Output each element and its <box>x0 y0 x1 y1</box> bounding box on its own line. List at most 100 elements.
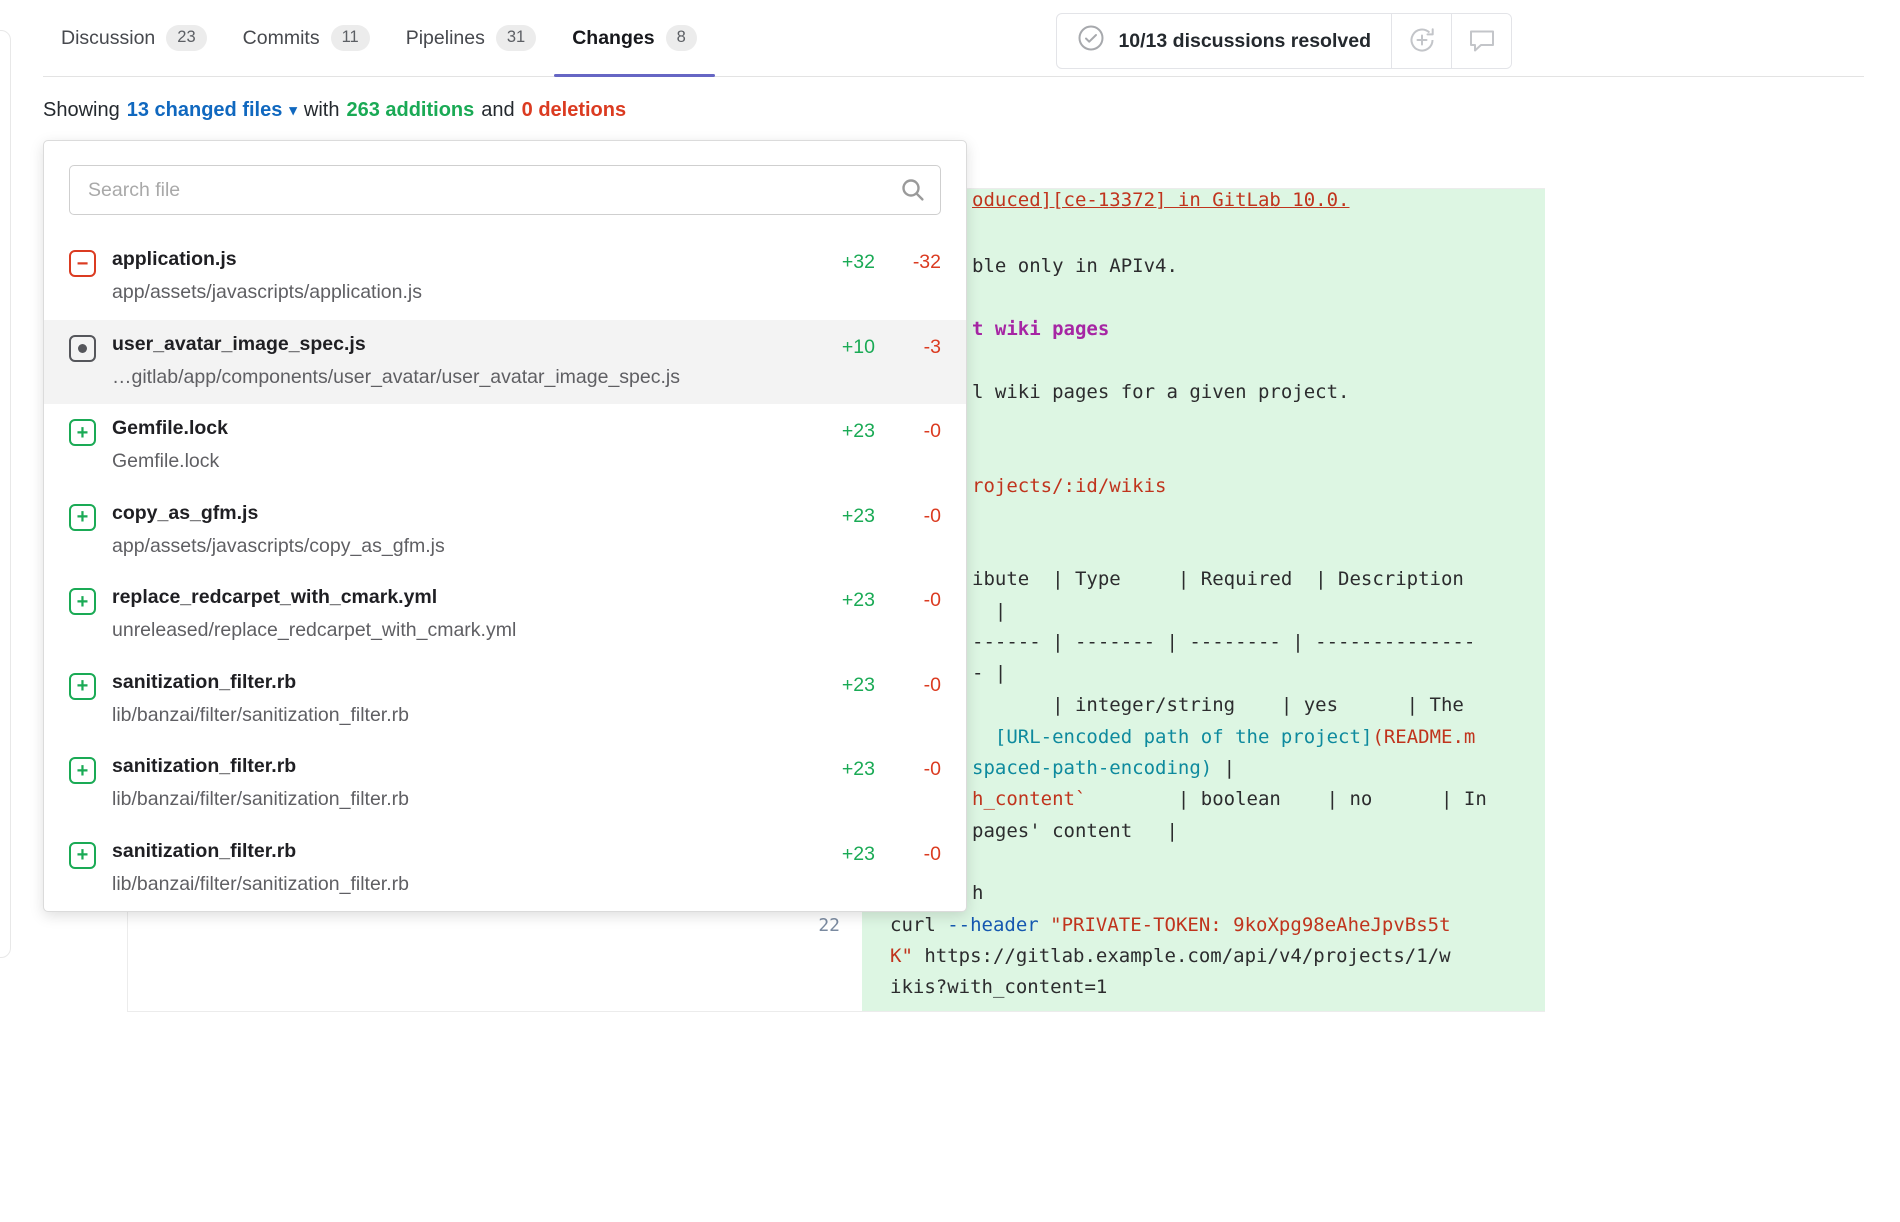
jump-to-next-discussion-button[interactable] <box>1451 14 1511 68</box>
deletions-badge: -3 <box>897 336 941 359</box>
tab-count-badge: 23 <box>166 25 206 51</box>
changed-files-count: 13 changed files <box>127 99 283 122</box>
file-path: lib/banzai/filter/sanitization_filter.rb <box>112 704 811 727</box>
diff-line: t wiki pages <box>972 314 1109 346</box>
with-label: with <box>304 99 340 122</box>
file-name: sanitization_filter.rb <box>112 755 811 778</box>
additions-badge: +23 <box>827 843 875 866</box>
file-name: copy_as_gfm.js <box>112 502 811 525</box>
file-search-dropdown: −application.js app/assets/javascripts/ap… <box>43 140 967 912</box>
file-path: Gemfile.lock <box>112 450 811 473</box>
search-icon <box>900 177 926 208</box>
additions-badge: +23 <box>827 758 875 781</box>
file-status-plus-icon: + <box>69 673 96 700</box>
showing-label: Showing <box>43 99 120 122</box>
file-row[interactable]: + sanitization_filter.rb lib/banzai/filter… <box>44 827 966 912</box>
file-meta: copy_as_gfm.js app/assets/javascripts/cop… <box>112 502 811 558</box>
tab-label: Commits <box>243 27 320 50</box>
changed-files-dropdown-toggle[interactable]: 13 changed files ▾ <box>127 99 297 122</box>
tab-label: Pipelines <box>406 27 485 50</box>
discussions-resolved-label: 10/13 discussions resolved <box>1118 30 1371 53</box>
discussions-resolved-status: 10/13 discussions resolved <box>1057 14 1391 68</box>
tab-list: Discussion 23 Commits 11 Pipelines31 Changes 8 <box>43 0 1864 76</box>
file-row[interactable]: + sanitization_filter.rblib/banzai/filter… <box>44 658 966 743</box>
file-search <box>69 165 941 215</box>
file-change-counts: +23 -0 <box>827 758 941 781</box>
file-path: app/assets/javascripts/copy_as_gfm.js <box>112 535 811 558</box>
search-input[interactable] <box>69 165 941 215</box>
deletions-badge: -0 <box>897 758 941 781</box>
additions-badge: +23 <box>827 420 875 443</box>
file-meta: application.js app/assets/javascripts/app… <box>112 248 811 304</box>
file-change-counts: +23-0 <box>827 589 941 612</box>
diff-line: h_content` | boolean | no | In <box>972 784 1487 816</box>
diff-line: ble only in APIv4. <box>972 251 1178 283</box>
file-name: application.js <box>112 248 811 271</box>
file-path: unreleased/replace_redcarpet_with_cmark.… <box>112 619 811 642</box>
tab-count-badge: 11 <box>331 25 370 51</box>
diff-line: | <box>972 596 1006 628</box>
file-row[interactable]: + copy_as_gfm.js app/assets/javascripts/co… <box>44 489 966 574</box>
file-meta: sanitization_filter.rblib/banzai/filter/… <box>112 671 811 727</box>
file-name: sanitization_filter.rb <box>112 840 811 863</box>
file-name: user_avatar_image_spec.js <box>112 333 811 356</box>
file-row[interactable]: + sanitization_filter.rb lib/banzai/filter… <box>44 742 966 827</box>
file-row[interactable]: + Gemfile.lock Gemfile.lock +23 -0 <box>44 404 966 489</box>
tab-changes[interactable]: Changes 8 <box>554 0 715 76</box>
file-status-plus-icon: + <box>69 757 96 784</box>
additions-badge: +32 <box>827 251 875 274</box>
diff-line: K" https://gitlab.example.com/api/v4/pro… <box>890 941 1451 973</box>
and-label: and <box>481 99 514 122</box>
background-panel-edge <box>0 30 11 958</box>
resolve-all-in-new-issue-button[interactable] <box>1391 14 1451 68</box>
file-status-plus-icon: + <box>69 419 96 446</box>
file-change-counts: +23 -0 <box>827 420 941 443</box>
diff-line: pages' content | <box>972 816 1178 848</box>
deletions-badge: -0 <box>897 420 941 443</box>
additions-badge: +23 <box>827 505 875 528</box>
file-change-counts: +23 -0 <box>827 843 941 866</box>
diff-line: l wiki pages for a given project. <box>972 377 1350 409</box>
diff-line: h <box>972 878 983 910</box>
file-status-plus-icon: + <box>69 588 96 615</box>
tab-pipelines[interactable]: Pipelines31 <box>388 0 555 76</box>
file-row[interactable]: + replace_redcarpet_with_cmark.ymlunrelea… <box>44 573 966 658</box>
file-meta: sanitization_filter.rb lib/banzai/filter/… <box>112 755 811 811</box>
issue-resolve-icon <box>1407 25 1437 58</box>
tab-label: Discussion <box>61 27 155 50</box>
check-circle-icon <box>1077 24 1105 58</box>
diff-line: rojects/:id/wikis <box>972 471 1166 503</box>
tab-discussion[interactable]: Discussion 23 <box>43 0 225 76</box>
file-list: −application.js app/assets/javascripts/ap… <box>44 235 966 911</box>
tab-label: Changes <box>572 27 654 50</box>
diff-line: spaced-path-encoding) | <box>972 753 1235 785</box>
tab-commits[interactable]: Commits 11 <box>225 0 388 76</box>
file-status-plus-icon: + <box>69 504 96 531</box>
file-row[interactable]: user_avatar_image_spec.js …gitlab/app/com… <box>44 320 966 405</box>
file-path: lib/banzai/filter/sanitization_filter.rb <box>112 788 811 811</box>
file-name: replace_redcarpet_with_cmark.yml <box>112 586 811 609</box>
changes-summary: Showing 13 changed files ▾ with 263 addi… <box>43 99 626 122</box>
file-name: Gemfile.lock <box>112 417 811 440</box>
diff-line: [URL-encoded path of the project](README… <box>972 722 1475 754</box>
diff-line: ikis?with_content=1 <box>890 972 1107 1004</box>
file-path: …gitlab/app/components/user_avatar/user_… <box>112 366 811 389</box>
deletions-badge: -0 <box>897 505 941 528</box>
diff-line: | integer/string | yes | The <box>972 690 1464 722</box>
merge-request-tabbar: Discussion 23 Commits 11 Pipelines31 Changes 8… <box>43 0 1864 77</box>
additions-count: 263 additions <box>346 99 474 122</box>
file-path: app/assets/javascripts/application.js <box>112 281 811 304</box>
diff-line: ------ | ------- | -------- | ----------… <box>972 627 1475 659</box>
deletions-badge: -0 <box>897 843 941 866</box>
file-row[interactable]: −application.js app/assets/javascripts/ap… <box>44 235 966 320</box>
diff-line-number[interactable]: 22 <box>806 915 840 936</box>
deletions-count: 0 deletions <box>522 99 626 122</box>
file-meta: replace_redcarpet_with_cmark.yml unreleas… <box>112 586 811 642</box>
deletions-badge: -0 <box>897 674 941 697</box>
discussions-toolbar: 10/13 discussions resolved <box>1056 13 1512 69</box>
tab-count-badge: 8 <box>666 25 697 51</box>
file-status-minus-icon: − <box>69 250 96 277</box>
file-status-plus-icon: + <box>69 842 96 869</box>
file-change-counts: +32-32 <box>827 251 941 274</box>
file-path: lib/banzai/filter/sanitization_filter.rb <box>112 873 811 896</box>
